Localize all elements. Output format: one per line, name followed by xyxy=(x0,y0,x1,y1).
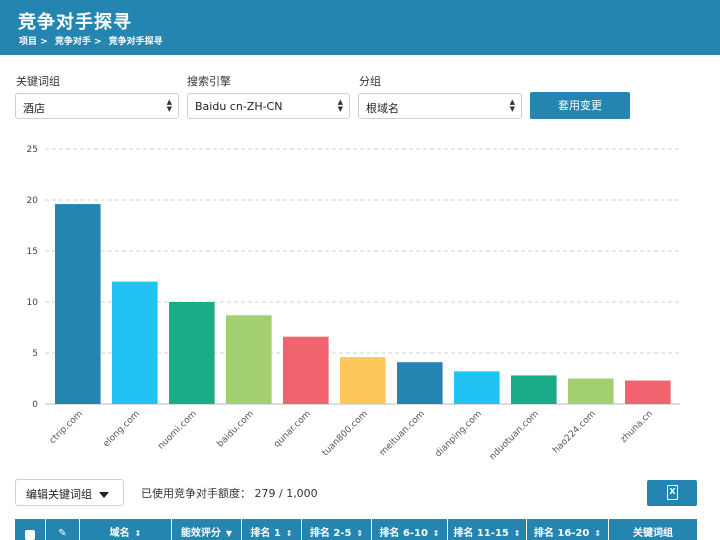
visibility-column: ✎ xyxy=(46,519,80,540)
breadcrumb-item-competitors[interactable]: 竞争对手 > xyxy=(55,37,102,47)
breadcrumb-item-project[interactable]: 项目 > xyxy=(19,37,48,47)
search-engine-label: 搜索引擎 xyxy=(187,75,231,88)
breadcrumb: 项目 > 竞争对手 > 竞争对手探寻 xyxy=(19,34,167,47)
y-tick-label: 25 xyxy=(27,145,38,155)
competitor-quota-text: 已使用竞争对手额度： 279 / 1,000 xyxy=(141,487,318,500)
x-tick-label: baidu.com xyxy=(215,409,255,449)
select-arrows-icon: ▲ ▼ xyxy=(509,98,515,113)
y-tick-label: 0 xyxy=(32,400,38,410)
sort-icon: ⇕ xyxy=(432,529,440,538)
x-tick-label: ctrip.com xyxy=(48,409,85,446)
sort-icon: ⇕ xyxy=(594,529,602,538)
page-header: 竞争对手探寻 项目 > 竞争对手 > 竞争对手探寻 xyxy=(0,0,720,55)
select-all-column[interactable] xyxy=(15,519,46,540)
x-tick-label: meituan.com xyxy=(378,409,427,458)
caret-down-icon xyxy=(99,492,109,498)
edit-keyword-group-label: 编辑关键词组 xyxy=(26,488,92,501)
export-excel-button[interactable]: X xyxy=(647,480,697,506)
column-header-rank-11-15[interactable]: 排名 11-15 ⇕ xyxy=(448,519,527,540)
pin-icon: ✎ xyxy=(58,528,67,539)
bar xyxy=(340,357,386,404)
bar xyxy=(226,315,272,404)
x-tick-label: elong.com xyxy=(102,409,142,449)
column-header-keyword-group[interactable]: 关键词组 xyxy=(609,519,697,540)
bar xyxy=(283,336,329,404)
sort-icon: ⇕ xyxy=(134,529,142,538)
y-tick-label: 10 xyxy=(27,298,39,308)
competitor-bar-chart: 0 5 10 15 20 25 ctrip.com elong.com nuomi.com bai… xyxy=(27,145,680,462)
bar xyxy=(397,362,443,404)
sort-icon: ⇕ xyxy=(513,529,521,538)
x-tick-label: dianping.com xyxy=(434,409,484,459)
x-tick-label: qunar.com xyxy=(272,409,313,450)
grouping-label: 分组 xyxy=(359,75,381,88)
x-tick-label: tuan800.com xyxy=(321,409,370,458)
apply-changes-button[interactable]: 套用变更 xyxy=(530,92,630,119)
bar xyxy=(625,380,671,404)
x-tick-label: nduotuan.com xyxy=(488,409,541,462)
y-tick-label: 5 xyxy=(32,349,38,359)
bar xyxy=(112,281,158,404)
select-all-checkbox[interactable] xyxy=(25,530,35,540)
page-title: 竞争对手探寻 xyxy=(18,12,132,33)
results-table-header: ✎ 域名 ⇕ 能效评分 ▼ 排名 1 ⇕ 排名 2-5 ⇕ 排名 6-10 ⇕ 排名 11… xyxy=(15,519,697,540)
x-tick-label: zhuna.cn xyxy=(619,409,655,445)
column-header-domain[interactable]: 域名 ⇕ xyxy=(80,519,172,540)
bar xyxy=(169,302,215,404)
x-tick-label: hao224.com xyxy=(551,409,598,456)
edit-keyword-group-button[interactable]: 编辑关键词组 xyxy=(15,479,124,506)
excel-export-icon: X xyxy=(667,485,678,500)
breadcrumb-item-current: 竞争对手探寻 xyxy=(108,37,163,47)
bar xyxy=(55,204,101,404)
bar xyxy=(511,375,557,404)
sort-down-icon: ▼ xyxy=(225,529,233,538)
search-engine-select[interactable]: Baidu cn-ZH-CN ▲ ▼ xyxy=(187,93,350,119)
column-header-efficiency-score[interactable]: 能效评分 ▼ xyxy=(172,519,242,540)
select-arrows-icon: ▲ ▼ xyxy=(166,98,172,113)
keyword-group-label: 关键词组 xyxy=(16,75,60,88)
column-header-rank-2-5[interactable]: 排名 2-5 ⇕ xyxy=(302,519,372,540)
select-arrows-icon: ▲ ▼ xyxy=(337,98,343,113)
column-header-rank-16-20[interactable]: 排名 16-20 ⇕ xyxy=(527,519,609,540)
keyword-group-value: 酒店 xyxy=(23,102,45,115)
sort-icon: ⇕ xyxy=(285,529,293,538)
bar xyxy=(454,371,500,404)
x-tick-label: nuomi.com xyxy=(156,409,199,452)
keyword-group-select[interactable]: 酒店 ▲ ▼ xyxy=(15,93,179,119)
y-tick-label: 15 xyxy=(27,247,38,257)
grouping-select[interactable]: 根域名 ▲ ▼ xyxy=(358,93,522,119)
bar xyxy=(568,378,614,404)
column-header-rank-6-10[interactable]: 排名 6-10 ⇕ xyxy=(372,519,448,540)
sort-icon: ⇕ xyxy=(356,529,364,538)
y-tick-label: 20 xyxy=(27,196,39,206)
column-header-rank-1[interactable]: 排名 1 ⇕ xyxy=(242,519,302,540)
grouping-value: 根域名 xyxy=(366,102,399,115)
search-engine-value: Baidu cn-ZH-CN xyxy=(195,100,283,113)
